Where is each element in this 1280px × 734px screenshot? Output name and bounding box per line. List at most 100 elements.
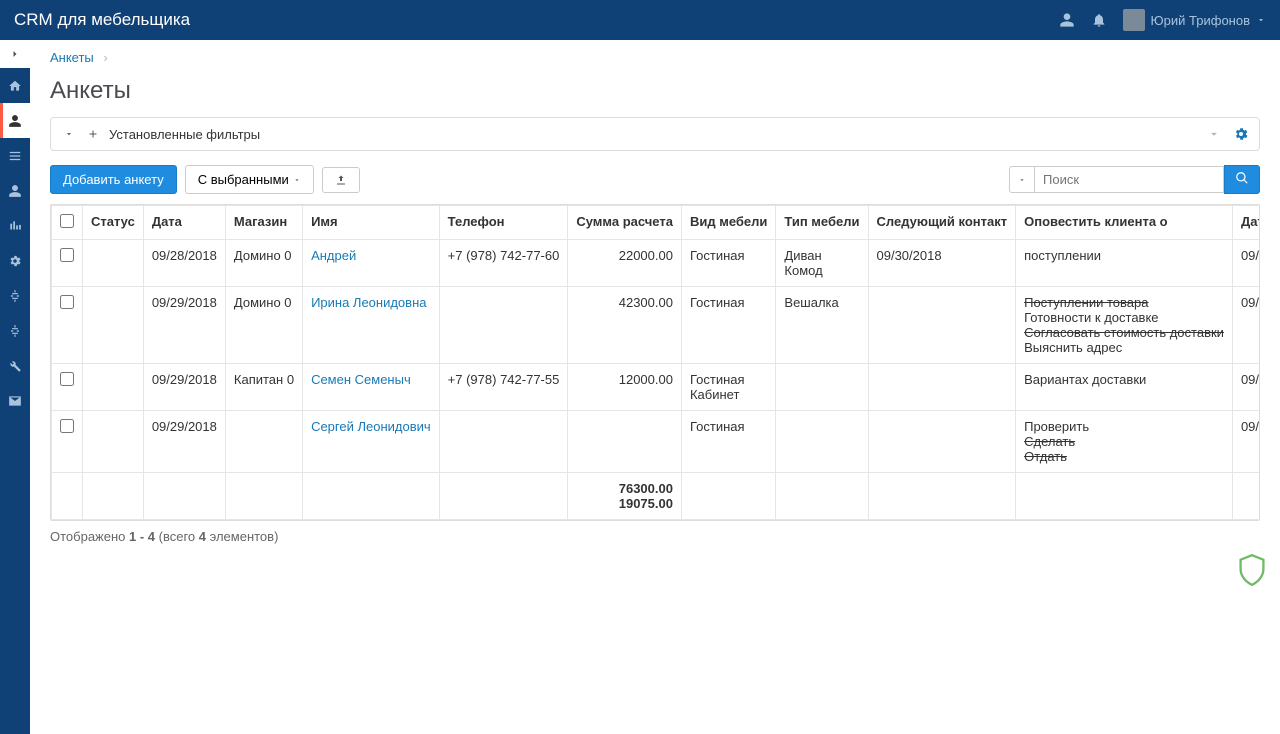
cell-type: ДиванКомод <box>776 240 868 287</box>
cell-notify: Проверить Сделать Отдать <box>1016 411 1233 473</box>
cell-type: Вешалка <box>776 287 868 364</box>
cell-next: 09/30/2018 <box>868 240 1016 287</box>
app-header: CRM для мебельщика Юрий Трифонов <box>0 0 1280 40</box>
sidebar-toggle[interactable] <box>0 40 30 68</box>
col-status[interactable]: Статус <box>83 206 144 240</box>
cell-name-link[interactable]: Андрей <box>311 248 356 263</box>
search-icon <box>1235 171 1249 185</box>
upload-icon <box>335 174 347 186</box>
cell-kind: Гостиная <box>681 411 775 473</box>
search-button[interactable] <box>1224 165 1260 194</box>
chevron-down-icon <box>1256 15 1266 25</box>
col-store[interactable]: Магазин <box>225 206 302 240</box>
cell-store: Домино 0 <box>225 287 302 364</box>
col-type[interactable]: Тип мебели <box>776 206 868 240</box>
cell-total: 22000.00 <box>568 240 682 287</box>
cell-store: Капитан 0 <box>225 364 302 411</box>
chevron-down-icon <box>1018 176 1026 184</box>
col-notify[interactable]: Оповестить клиента о <box>1016 206 1233 240</box>
sidebar-item-mail[interactable] <box>0 383 30 418</box>
page-title: Анкеты <box>50 77 1260 105</box>
cell-store: Домино 0 <box>225 240 302 287</box>
chevron-down-icon <box>293 176 301 184</box>
user-name: Юрий Трифонов <box>1151 13 1250 28</box>
sidebar-item-settings[interactable] <box>0 243 30 278</box>
plus-icon[interactable] <box>87 128 99 140</box>
add-button[interactable]: Добавить анкету <box>50 165 177 194</box>
brand-title: CRM для мебельщика <box>14 10 1059 30</box>
user-menu[interactable]: Юрий Трифонов <box>1123 9 1266 31</box>
cell-name-link[interactable]: Семен Семеныч <box>311 372 411 387</box>
chevron-down-icon <box>64 129 74 139</box>
cell-name-link[interactable]: Ирина Леонидовна <box>311 295 426 310</box>
upload-button[interactable] <box>322 167 360 193</box>
sidebar-item-add-hierarchy[interactable] <box>0 313 30 348</box>
cell-notify: Поступлении товара Готовности к доставке… <box>1016 287 1233 364</box>
select-all-checkbox[interactable] <box>60 214 74 228</box>
cell-kind: ГостинаяКабинет <box>681 364 775 411</box>
cell-date: 09/29/2018 <box>143 411 225 473</box>
shield-icon <box>1238 554 1266 586</box>
row-checkbox[interactable] <box>60 372 74 386</box>
table-row: 09/29/2018 Сергей Леонидович Гостиная Пр… <box>52 411 1261 473</box>
row-checkbox[interactable] <box>60 295 74 309</box>
sidebar-item-home[interactable] <box>0 68 30 103</box>
cell-phone <box>439 287 568 364</box>
col-next[interactable]: Следующий контакт <box>868 206 1016 240</box>
cell-added: 09/29/2018 19:10 <box>1232 411 1260 473</box>
sidebar-item-list[interactable] <box>0 138 30 173</box>
sidebar-item-questionnaires[interactable] <box>0 103 30 138</box>
breadcrumb: Анкеты › <box>50 40 1260 71</box>
data-table: Статус Дата Магазин Имя Телефон Сумма ра… <box>50 204 1260 521</box>
cell-added: 09/29/2018 14:28 <box>1232 364 1260 411</box>
sidebar-item-stats[interactable] <box>0 208 30 243</box>
cell-kind: Гостиная <box>681 287 775 364</box>
sidebar <box>0 40 30 734</box>
breadcrumb-root[interactable]: Анкеты <box>50 50 94 65</box>
avatar <box>1123 9 1145 31</box>
table-row: 09/29/2018 Капитан 0 Семен Семеныч +7 (9… <box>52 364 1261 411</box>
sidebar-item-users[interactable] <box>0 173 30 208</box>
shield-badge[interactable] <box>1238 554 1266 586</box>
bulk-actions-button[interactable]: С выбранными <box>185 165 314 194</box>
cell-notify: поступлении <box>1016 240 1233 287</box>
main-content: Анкеты › Анкеты Установленные фильтры До… <box>30 40 1280 734</box>
filter-bar: Установленные фильтры <box>50 117 1260 151</box>
row-checkbox[interactable] <box>60 248 74 262</box>
cell-totals: 76300.0019075.00 <box>568 473 682 520</box>
cell-total: 42300.00 <box>568 287 682 364</box>
cell-name-link[interactable]: Сергей Леонидович <box>311 419 431 434</box>
col-added[interactable]: Дата добавления <box>1232 206 1260 240</box>
header-actions: Юрий Трифонов <box>1059 9 1266 31</box>
filter-label: Установленные фильтры <box>109 127 1197 142</box>
sidebar-item-tools[interactable] <box>0 348 30 383</box>
col-kind[interactable]: Вид мебели <box>681 206 775 240</box>
cell-total: 12000.00 <box>568 364 682 411</box>
row-checkbox[interactable] <box>60 419 74 433</box>
table-row: 09/29/2018 Домино 0 Ирина Леонидовна 423… <box>52 287 1261 364</box>
col-date[interactable]: Дата <box>143 206 225 240</box>
search-input[interactable] <box>1034 166 1224 193</box>
summary-info: Отображено 1 - 4 (всего 4 элементов) <box>50 529 1260 544</box>
cell-date: 09/29/2018 <box>143 364 225 411</box>
cell-phone: +7 (978) 742-77-60 <box>439 240 568 287</box>
filter-collapse-toggle[interactable] <box>61 129 77 139</box>
cell-notify: Вариантах доставки <box>1016 364 1233 411</box>
bell-icon[interactable] <box>1091 12 1107 28</box>
col-phone[interactable]: Телефон <box>439 206 568 240</box>
search <box>1009 165 1260 194</box>
cell-added: 09/29/2018 00:41 <box>1232 287 1260 364</box>
cell-phone: +7 (978) 742-77-55 <box>439 364 568 411</box>
toolbar: Добавить анкету С выбранными <box>50 165 1260 194</box>
sidebar-item-hierarchy[interactable] <box>0 278 30 313</box>
cell-kind: Гостиная <box>681 240 775 287</box>
gear-icon[interactable] <box>1233 126 1249 142</box>
table-row: 09/28/2018 Домино 0 Андрей +7 (978) 742-… <box>52 240 1261 287</box>
user-icon[interactable] <box>1059 12 1075 28</box>
col-total[interactable]: Сумма расчета <box>568 206 682 240</box>
cell-date: 09/28/2018 <box>143 240 225 287</box>
chevron-down-icon[interactable] <box>1207 127 1221 141</box>
search-scope-toggle[interactable] <box>1009 166 1034 193</box>
cell-date: 09/29/2018 <box>143 287 225 364</box>
col-name[interactable]: Имя <box>303 206 440 240</box>
